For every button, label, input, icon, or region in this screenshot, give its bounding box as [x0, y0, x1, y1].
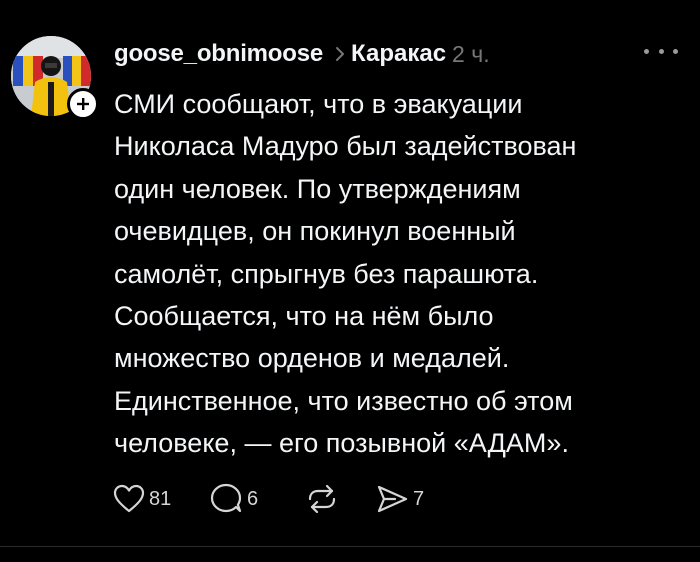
follow-button[interactable] [67, 88, 99, 120]
timestamp: 2 ч. [452, 40, 490, 67]
like-button[interactable]: 81 [113, 484, 209, 514]
divider [0, 546, 700, 547]
reply-count: 6 [247, 487, 259, 510]
post-text: СМИ сообщают, что в эвакуации Николаса М… [114, 89, 577, 459]
send-icon [377, 485, 408, 513]
more-dot-icon [673, 48, 678, 54]
share-button[interactable]: 7 [375, 483, 424, 515]
more-dot-icon [644, 48, 649, 54]
like-count: 81 [149, 487, 172, 510]
heart-icon [113, 484, 145, 513]
action-bar: 81 6 7 [113, 482, 424, 516]
post-header: goose_obnimoose Каракас 2 ч. [114, 36, 490, 72]
username-link[interactable]: goose_obnimoose [114, 40, 323, 68]
post: goose_obnimoose Каракас 2 ч. СМИ сообщаю… [0, 0, 700, 546]
reply-button[interactable]: 6 [209, 483, 305, 515]
plus-icon [77, 98, 89, 110]
repost-icon [308, 484, 336, 514]
topic-link[interactable]: Каракас [351, 40, 446, 68]
more-options-button[interactable] [644, 40, 678, 62]
comment-icon [210, 483, 242, 513]
chevron-right-icon [335, 46, 345, 62]
repost-button[interactable] [305, 483, 375, 515]
share-count: 7 [413, 487, 425, 510]
more-dot-icon [658, 48, 664, 54]
